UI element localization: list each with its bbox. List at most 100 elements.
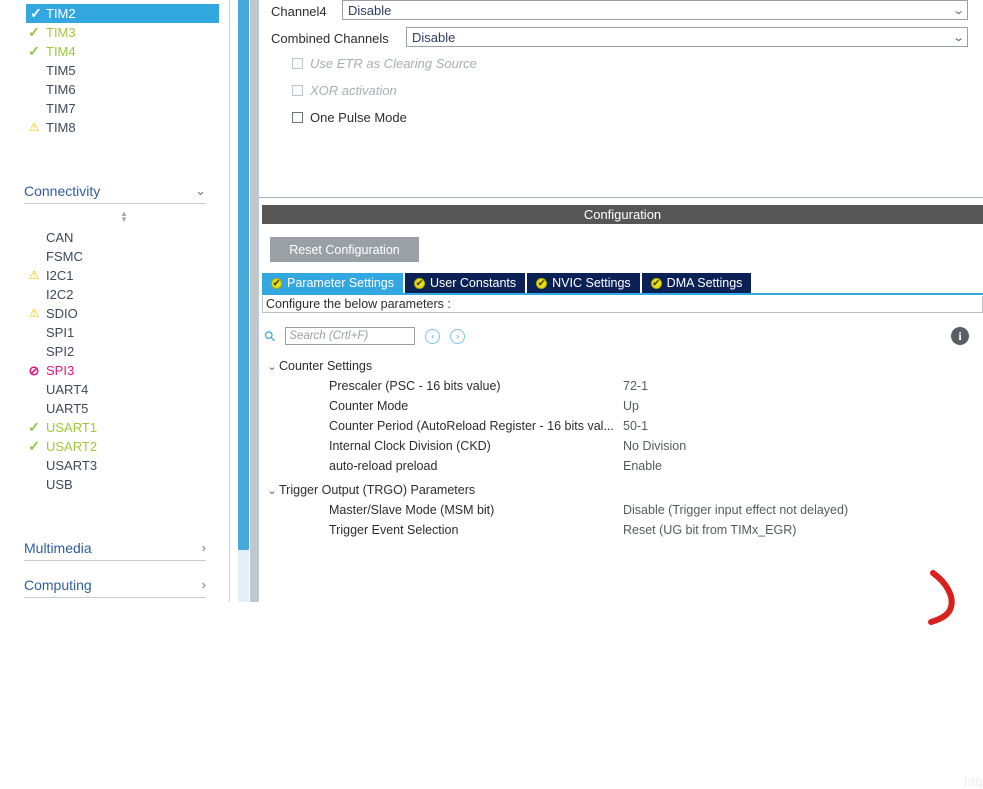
param-group-2[interactable]: ⌄ Trigger Output (TRGO) Parameters [265,480,977,500]
search-next-button[interactable]: › [450,328,466,344]
reset-configuration-button[interactable]: Reset Configuration [270,237,419,262]
sidebar-item-label: SPI2 [46,344,75,359]
channel4-select[interactable]: Disable ⌄ [342,0,968,20]
search-icon: ⚲ [260,326,280,345]
twisty-icon[interactable]: ⌄ [265,360,279,373]
checkbox-row-1: XOR activation [292,83,397,98]
checkbox-label: Use ETR as Clearing Source [310,56,477,71]
param-row[interactable]: Counter Mode Up [265,396,977,416]
sidebar-item-usart2[interactable]: ✓ USART2 [0,437,97,456]
sidebar-group-computing[interactable]: Computing › [24,572,206,598]
sidebar-item-tim2[interactable]: ✓ TIM2 [26,4,219,23]
sidebar-group-label: Multimedia [24,539,92,556]
check-circle-icon: ✔ [414,277,425,289]
channel4-row: Channel4 [271,0,327,22]
sidebar-item-spi2[interactable]: SPI2 [0,342,74,361]
sidebar-item-i2c2[interactable]: I2C2 [0,285,73,304]
sidebar-scrollbar-thumb[interactable] [238,0,249,550]
param-name: Master/Slave Mode (MSM bit) [329,503,495,517]
tab-parameter-settings[interactable]: ✔ Parameter Settings [262,273,403,293]
blocked-icon: ⊘ [28,363,40,378]
sidebar-item-spi1[interactable]: SPI1 [0,323,74,342]
sidebar-group-connectivity[interactable]: Connectivity ⌄ [24,178,206,204]
check-icon: ✓ [28,438,40,454]
param-name: Counter Mode [329,399,409,413]
sidebar-item-tim3[interactable]: ✓ TIM3 [0,23,76,42]
param-row[interactable]: Counter Period (AutoReload Register - 16… [265,416,977,436]
tab-label: NVIC Settings [552,276,631,290]
check-icon: ✓ [28,43,40,59]
list-scroll-arrows-icon[interactable]: ▲ ▼ [118,210,130,224]
param-group-1[interactable]: ⌄ Counter Settings [265,356,977,376]
param-value[interactable]: No Division [623,436,686,456]
sidebar-item-spi3[interactable]: ⊘ SPI3 [0,361,75,380]
param-row[interactable]: Internal Clock Division (CKD) No Division [265,436,977,456]
sidebar-item-tim8[interactable]: ⚠ TIM8 [0,118,76,137]
param-name: Trigger Event Selection [329,523,459,537]
param-row[interactable]: Master/Slave Mode (MSM bit) Disable (Trig… [265,500,977,520]
configuration-title-bar: Configuration [262,205,983,224]
twisty-icon[interactable]: ⌄ [265,484,279,497]
sidebar-item-tim6[interactable]: TIM6 [0,80,76,99]
param-row[interactable]: auto-reload preload Enable [265,456,977,476]
param-value[interactable]: Up [623,396,639,416]
sidebar-item-fsmc[interactable]: FSMC [0,247,83,266]
channel4-value: Disable [348,2,392,18]
check-icon: ✓ [28,24,40,40]
check-circle-icon: ✔ [536,277,548,289]
sidebar-item-i2c1[interactable]: ⚠ I2C1 [0,266,74,285]
param-value[interactable]: 50-1 [623,416,648,436]
sidebar-group-multimedia[interactable]: Multimedia › [24,535,206,561]
tab-label: DMA Settings [666,276,743,290]
peripheral-sidebar: ✓ TIM2 ✓ TIM3 ✓ TIM4 TIM5 TIM6 TIM7 ⚠ TIM8 Connect… [0,0,230,602]
combined-channels-select[interactable]: Disable ⌄ [406,27,968,47]
sidebar-item-label: CAN [46,230,74,245]
param-value[interactable]: Disable (Trigger input effect not delaye… [623,500,848,520]
red-annotation-bracket [928,570,955,625]
checkbox-row-0: Use ETR as Clearing Source [292,56,477,71]
chevron-down-icon: ⌄ [195,182,206,198]
parameter-search-bar: ⚲ ‹ › [260,326,466,345]
configuration-title: Configuration [583,207,662,222]
sidebar-item-usb[interactable]: USB [0,475,73,494]
combined-channels-row: Combined Channels [271,27,389,49]
param-value[interactable]: Reset (UG bit from TIMx_EGR) [623,520,796,540]
configuration-tabs: ✔ Parameter Settings ✔ User Constants ✔ NVIC … [262,273,753,293]
check-icon: ✓ [28,419,40,435]
tab-dma-settings[interactable]: ✔ DMA Settings [641,273,752,293]
param-value[interactable]: 72-1 [623,376,648,396]
checkbox-row-2[interactable]: One Pulse Mode [292,110,407,125]
checkbox-box [292,58,303,69]
tab-nvic-settings[interactable]: ✔ NVIC Settings [527,273,640,293]
sidebar-item-label: TIM4 [46,44,76,59]
sidebar-item-sdio[interactable]: ⚠ SDIO [0,304,78,323]
sidebar-item-usart3[interactable]: USART3 [0,456,97,475]
info-icon[interactable]: i [951,327,969,345]
watermark-text: https://blog.csdn.net/weixin_42892101 [964,774,983,789]
tab-user-constants[interactable]: ✔ User Constants [405,273,526,293]
sidebar-item-tim5[interactable]: TIM5 [0,61,76,80]
sidebar-item-label: UART5 [46,401,89,416]
sidebar-item-uart4[interactable]: UART4 [0,380,88,399]
search-prev-button[interactable]: ‹ [425,328,441,344]
sidebar-item-label: TIM8 [46,120,76,135]
param-row[interactable]: Prescaler (PSC - 16 bits value) 72-1 [265,376,977,396]
sidebar-item-label: FSMC [46,249,83,264]
panel-divider [250,0,259,602]
checkbox-box[interactable] [292,112,303,123]
sidebar-item-can[interactable]: CAN [0,228,73,247]
param-row[interactable]: Trigger Event Selection Reset (UG bit fro… [265,520,977,540]
sidebar-item-label: I2C1 [46,268,74,283]
param-value[interactable]: Enable [623,456,662,476]
param-name: Counter Period (AutoReload Register - 16… [329,419,614,433]
sidebar-item-usart1[interactable]: ✓ USART1 [0,418,97,437]
checkbox-box [292,85,303,96]
sidebar-item-label: TIM2 [46,6,76,21]
sidebar-item-tim7[interactable]: TIM7 [0,99,76,118]
sidebar-item-tim4[interactable]: ✓ TIM4 [0,42,76,61]
sidebar-item-label: SPI1 [46,325,75,340]
check-circle-icon: ✔ [650,277,662,289]
search-input[interactable] [285,327,416,345]
sidebar-item-uart5[interactable]: UART5 [0,399,88,418]
chevron-right-icon: › [201,577,206,592]
